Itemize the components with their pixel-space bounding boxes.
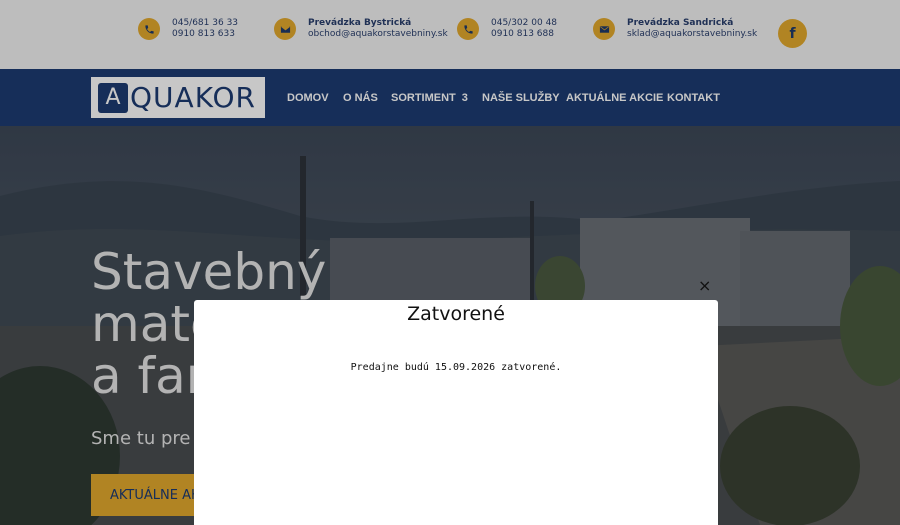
- close-icon[interactable]: ×: [698, 276, 711, 295]
- closure-popup: Zatvorené Predajne budú 15.09.2026 zatvo…: [194, 300, 718, 525]
- popup-message: Predajne budú 15.09.2026 zatvorené.: [350, 362, 562, 373]
- popup-title: Zatvorené: [407, 303, 505, 325]
